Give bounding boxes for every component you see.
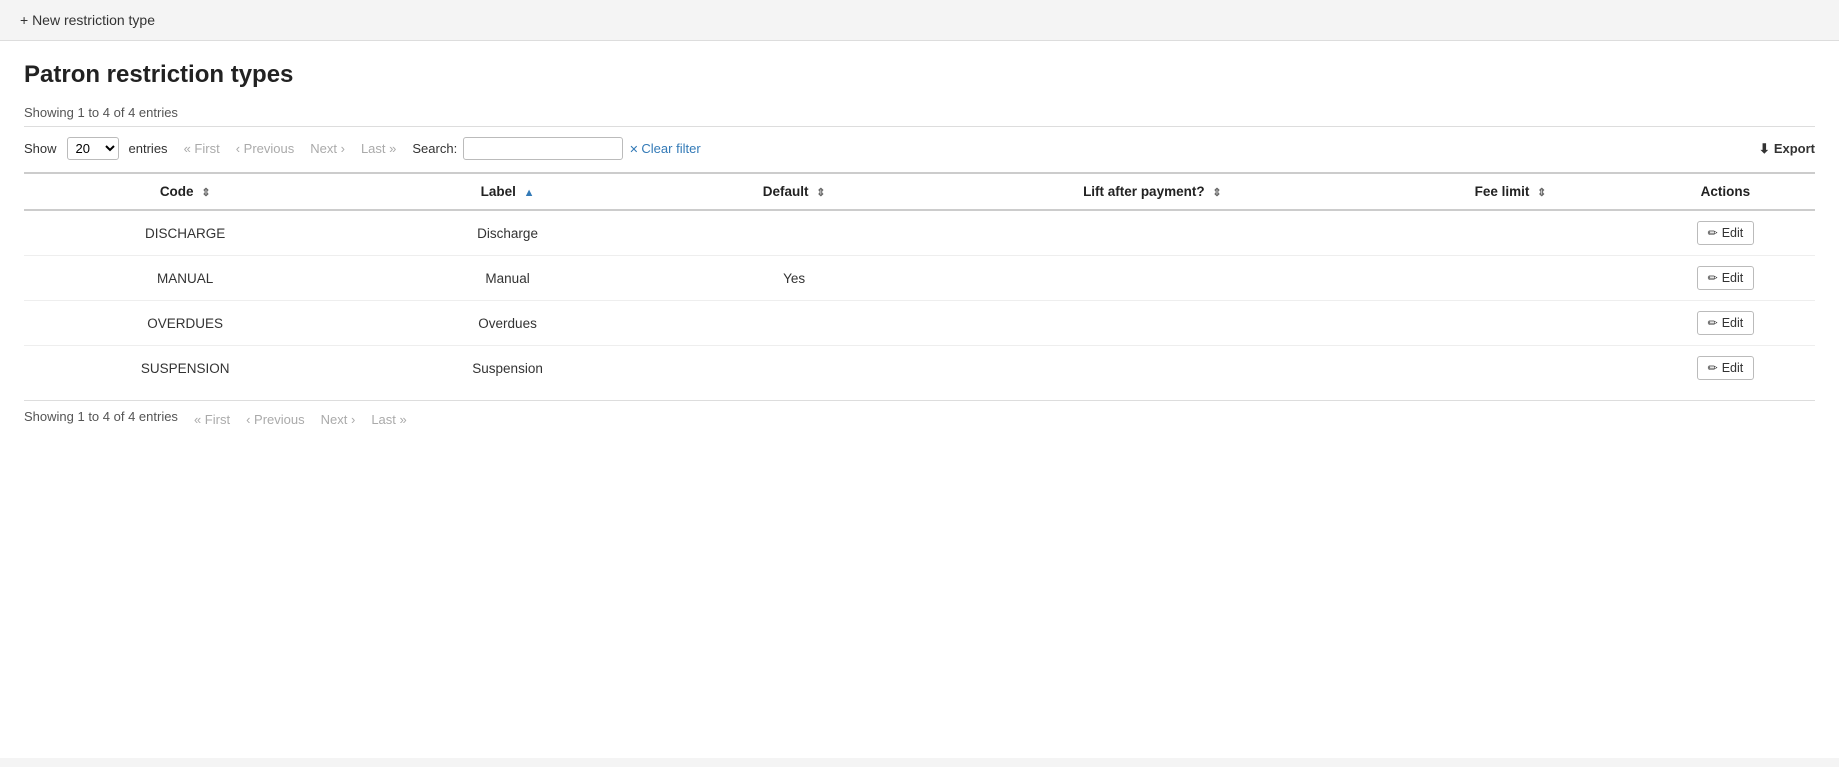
next-button-top[interactable]: Next xyxy=(304,139,351,158)
edit-button-discharge[interactable]: Edit xyxy=(1697,221,1755,245)
entries-select[interactable]: 10 20 50 100 xyxy=(67,137,119,160)
x-icon xyxy=(629,141,638,156)
cell-actions: Edit xyxy=(1636,210,1815,256)
new-restriction-button[interactable]: + New restriction type xyxy=(20,12,155,28)
single-right-icon xyxy=(341,141,345,156)
double-left-icon xyxy=(184,141,191,156)
sort-icon-label: ▲ xyxy=(524,187,535,199)
table-row: SUSPENSION Suspension Edit xyxy=(24,346,1815,391)
double-left-icon-bottom xyxy=(194,412,201,427)
double-right-icon-bottom xyxy=(400,412,407,427)
download-icon xyxy=(1759,141,1770,157)
first-button-bottom[interactable]: First xyxy=(188,410,236,429)
cell-default: Yes xyxy=(669,256,920,301)
cell-actions: Edit xyxy=(1636,256,1815,301)
search-input[interactable] xyxy=(463,137,623,160)
cell-fee xyxy=(1385,210,1636,256)
col-header-lift[interactable]: Lift after payment? ⇕ xyxy=(919,173,1385,210)
cell-fee xyxy=(1385,301,1636,346)
table-header-row: Code ⇕ Label ▲ Default ⇕ Lift after paym… xyxy=(24,173,1815,210)
cell-fee xyxy=(1385,346,1636,391)
table-body: DISCHARGE Discharge Edit MANUAL Manual Y… xyxy=(24,210,1815,390)
cell-code: OVERDUES xyxy=(24,301,346,346)
search-label: Search: xyxy=(412,141,457,156)
controls-left: Show 10 20 50 100 entries First Previous… xyxy=(24,137,701,160)
previous-button-bottom[interactable]: Previous xyxy=(240,410,311,429)
controls-row: Show 10 20 50 100 entries First Previous… xyxy=(24,137,1815,160)
cell-lift xyxy=(919,301,1385,346)
edit-button-manual[interactable]: Edit xyxy=(1697,266,1755,290)
cell-code: DISCHARGE xyxy=(24,210,346,256)
show-label: Show xyxy=(24,141,57,156)
next-button-bottom[interactable]: Next xyxy=(315,410,362,429)
col-header-actions: Actions xyxy=(1636,173,1815,210)
controls-right: Export xyxy=(1759,141,1815,157)
pencil-icon xyxy=(1708,271,1718,285)
showing-info-bottom: Showing 1 to 4 of 4 entries xyxy=(24,409,178,424)
bottom-divider xyxy=(24,400,1815,401)
search-area: Search: Clear filter xyxy=(412,137,700,160)
cell-label: Discharge xyxy=(346,210,668,256)
double-right-icon xyxy=(389,141,396,156)
export-button[interactable]: Export xyxy=(1759,141,1815,157)
sort-icon-code: ⇕ xyxy=(201,186,210,199)
cell-actions: Edit xyxy=(1636,346,1815,391)
sort-icon-lift: ⇕ xyxy=(1212,186,1221,199)
cell-label: Suspension xyxy=(346,346,668,391)
table-row: DISCHARGE Discharge Edit xyxy=(24,210,1815,256)
first-button-top[interactable]: First xyxy=(178,139,226,158)
single-left-icon-bottom xyxy=(246,412,250,427)
table-row: OVERDUES Overdues Edit xyxy=(24,301,1815,346)
single-left-icon xyxy=(236,141,240,156)
sort-icon-fee: ⇕ xyxy=(1537,186,1546,199)
cell-lift xyxy=(919,346,1385,391)
single-right-icon-bottom xyxy=(351,412,355,427)
cell-lift xyxy=(919,210,1385,256)
cell-code: SUSPENSION xyxy=(24,346,346,391)
cell-lift xyxy=(919,256,1385,301)
cell-default xyxy=(669,301,920,346)
table-row: MANUAL Manual Yes Edit xyxy=(24,256,1815,301)
pagination-top: First Previous Next Last xyxy=(178,139,403,158)
col-header-code[interactable]: Code ⇕ xyxy=(24,173,346,210)
top-divider xyxy=(24,126,1815,127)
cell-actions: Edit xyxy=(1636,301,1815,346)
cell-label: Manual xyxy=(346,256,668,301)
col-header-fee[interactable]: Fee limit ⇕ xyxy=(1385,173,1636,210)
edit-button-overdues[interactable]: Edit xyxy=(1697,311,1755,335)
pencil-icon xyxy=(1708,226,1718,240)
cell-default xyxy=(669,346,920,391)
pencil-icon xyxy=(1708,316,1718,330)
pencil-icon xyxy=(1708,361,1718,375)
restriction-types-table: Code ⇕ Label ▲ Default ⇕ Lift after paym… xyxy=(24,172,1815,390)
cell-fee xyxy=(1385,256,1636,301)
pagination-bottom: First Previous Next Last xyxy=(188,410,413,429)
col-header-label[interactable]: Label ▲ xyxy=(346,173,668,210)
sort-icon-default: ⇕ xyxy=(816,186,825,199)
showing-info-top: Showing 1 to 4 of 4 entries xyxy=(24,105,1815,120)
previous-button-top[interactable]: Previous xyxy=(230,139,301,158)
cell-default xyxy=(669,210,920,256)
entries-label: entries xyxy=(129,141,168,156)
cell-code: MANUAL xyxy=(24,256,346,301)
last-button-top[interactable]: Last xyxy=(355,139,402,158)
bottom-controls: Showing 1 to 4 of 4 entries First Previo… xyxy=(24,409,1815,430)
last-button-bottom[interactable]: Last xyxy=(365,410,412,429)
cell-label: Overdues xyxy=(346,301,668,346)
page-title: Patron restriction types xyxy=(24,61,1815,89)
clear-filter-button[interactable]: Clear filter xyxy=(629,141,700,156)
col-header-default[interactable]: Default ⇕ xyxy=(669,173,920,210)
edit-button-suspension[interactable]: Edit xyxy=(1697,356,1755,380)
